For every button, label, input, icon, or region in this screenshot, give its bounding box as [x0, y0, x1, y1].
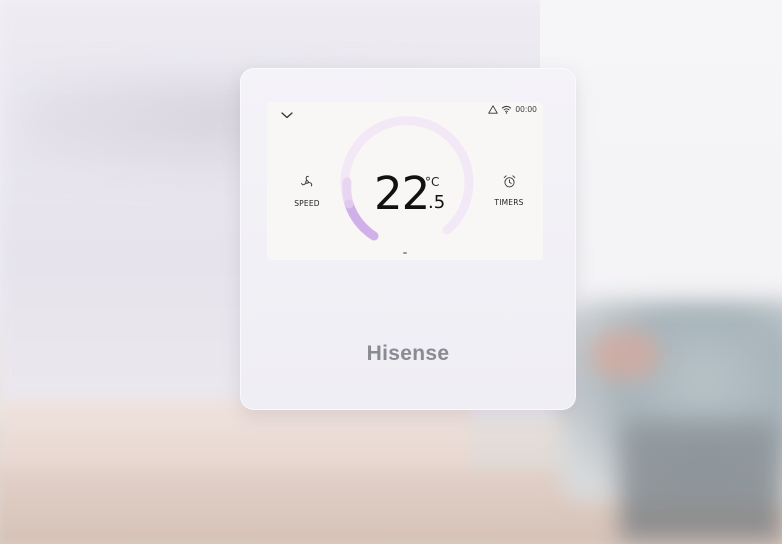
temperature-decimal: .5 [428, 192, 446, 213]
timers-label: TIMERS [494, 198, 524, 207]
wifi-icon [501, 105, 512, 114]
page-indicator [403, 252, 407, 254]
background-sofa-shadow [620, 420, 782, 540]
temperature-unit: °C [425, 175, 440, 189]
background-window [540, 0, 782, 330]
clock-text: 00:00 [515, 105, 537, 114]
warning-icon[interactable] [488, 105, 499, 114]
thermostat-screen[interactable]: 00:00 22 °C .5 SPEED TIMERS [267, 102, 543, 260]
alarm-clock-icon [502, 174, 517, 194]
background-pillow [590, 330, 660, 380]
timers-button[interactable]: TIMERS [485, 174, 533, 214]
fan-icon [299, 174, 315, 195]
background-shelf [0, 400, 470, 480]
status-bar: 00:00 [488, 105, 537, 114]
chevron-down-icon[interactable] [279, 108, 295, 120]
thermostat-device: 00:00 22 °C .5 SPEED TIMERS Hisense [240, 68, 576, 410]
speed-button[interactable]: SPEED [285, 174, 329, 214]
brand-logo: Hisense [366, 342, 450, 365]
scene-background: 00:00 22 °C .5 SPEED TIMERS Hisense [0, 0, 782, 544]
speed-label: SPEED [294, 199, 320, 208]
temperature-value: 22 [374, 167, 430, 220]
